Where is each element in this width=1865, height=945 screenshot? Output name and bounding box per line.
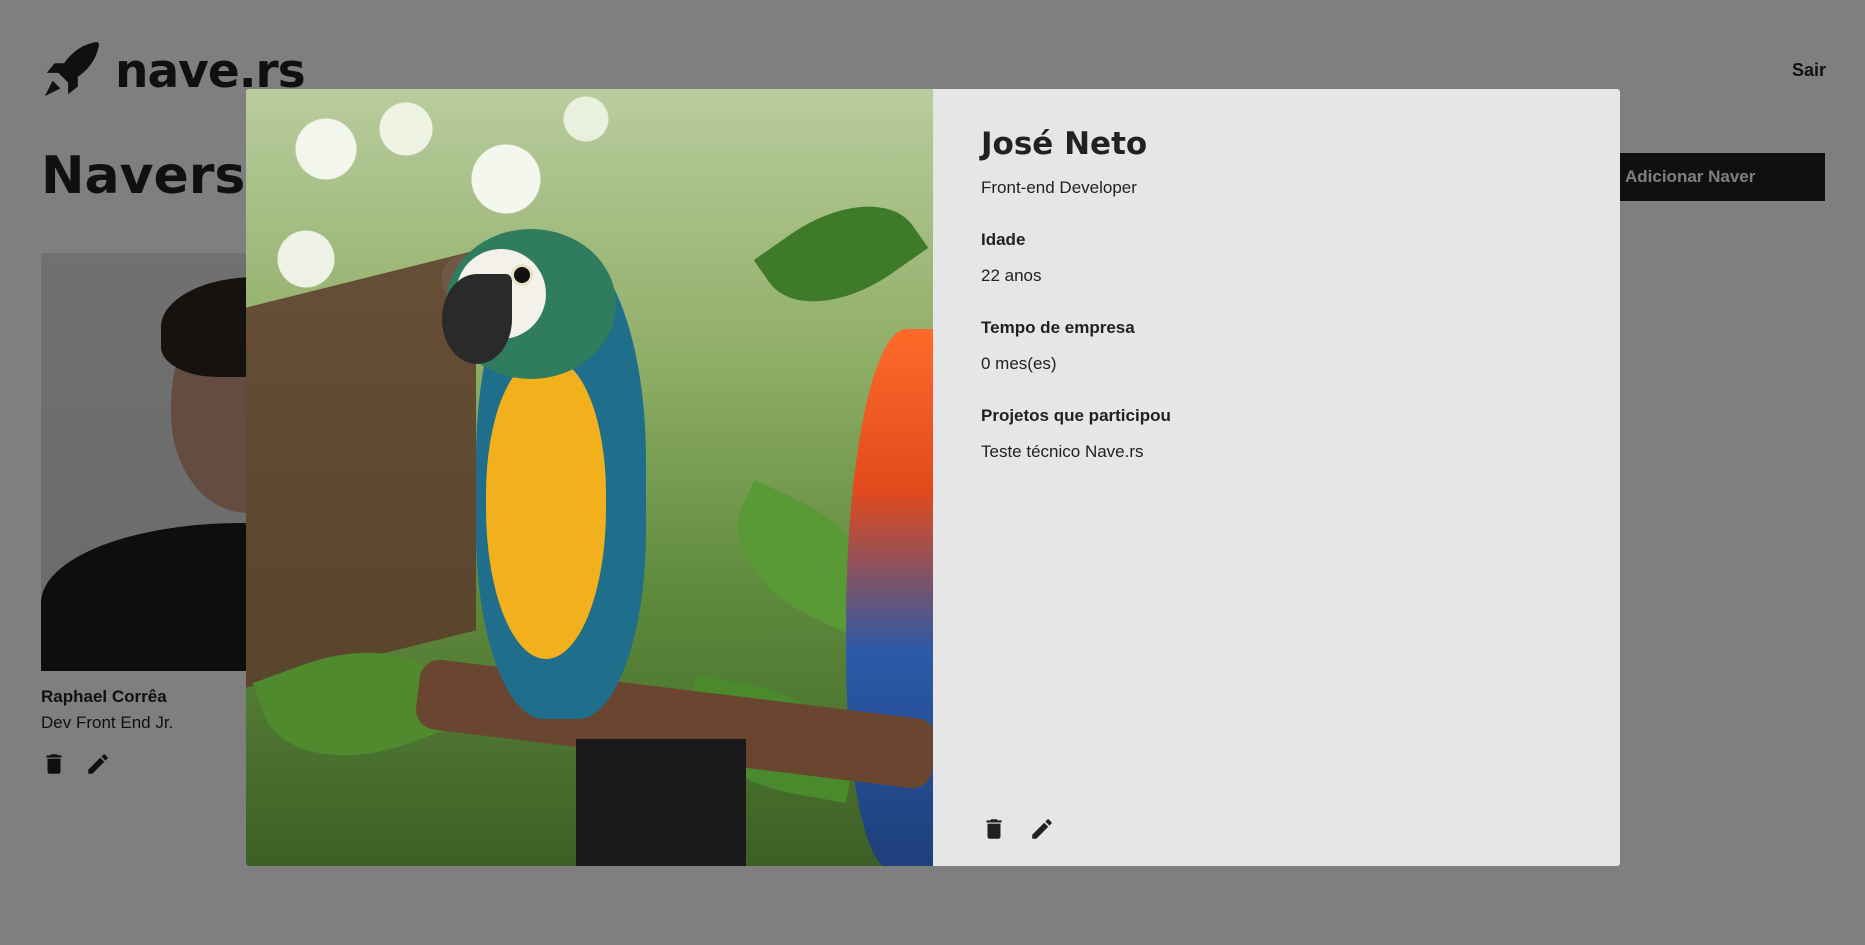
trash-icon[interactable] bbox=[981, 816, 1007, 842]
field-value-age: 22 anos bbox=[981, 266, 1042, 285]
naver-details-info: José Neto Front-end Developer Idade 22 a… bbox=[933, 89, 1620, 866]
field-value-projects: Teste técnico Nave.rs bbox=[981, 442, 1144, 461]
field-label-age: Idade bbox=[981, 230, 1026, 249]
field-label-tenure: Tempo de empresa bbox=[981, 318, 1135, 337]
field-value-tenure: 0 mes(es) bbox=[981, 354, 1057, 373]
naver-details-modal: José Neto Front-end Developer Idade 22 a… bbox=[246, 89, 1620, 866]
pencil-icon[interactable] bbox=[1029, 816, 1055, 842]
naver-details-photo bbox=[246, 89, 933, 866]
details-actions bbox=[981, 816, 1055, 842]
field-label-projects: Projetos que participou bbox=[981, 406, 1171, 425]
details-name: José Neto bbox=[981, 126, 1148, 162]
details-role: Front-end Developer bbox=[981, 178, 1137, 197]
